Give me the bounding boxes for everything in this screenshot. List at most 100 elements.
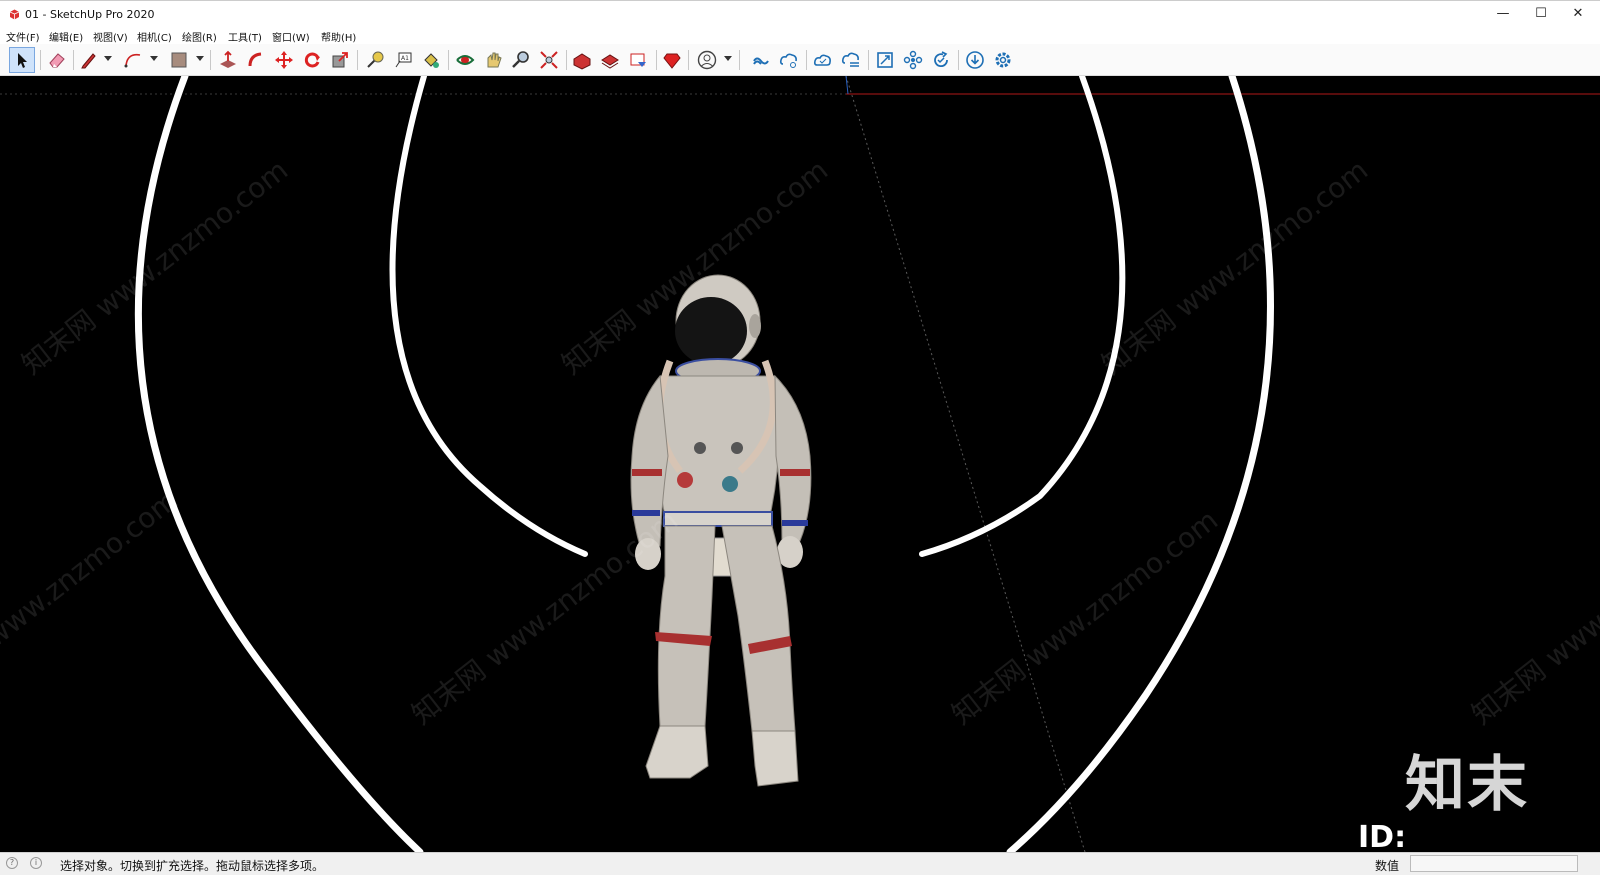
layout-button[interactable] (625, 47, 651, 73)
pan-icon (487, 52, 502, 68)
cloud-link-icon (753, 57, 769, 65)
toolbar-separator (868, 50, 869, 70)
paint-bucket-tool-button[interactable] (418, 47, 444, 73)
orbit-icon (456, 55, 475, 65)
menu-camera[interactable]: 相机(C) (137, 29, 172, 44)
toolbar-separator (958, 50, 959, 70)
warehouse-icon (573, 53, 591, 70)
menu-view[interactable]: 视图(V) (93, 29, 128, 44)
menu-tools[interactable]: 工具(T) (228, 29, 262, 44)
extension-warehouse-icon (601, 54, 619, 69)
move-tool-button[interactable] (271, 47, 297, 73)
model-viewport[interactable]: 知末网 www.znzmo.com 知末网 www.znzmo.com 知末网 … (0, 76, 1600, 852)
toolbar-separator (357, 50, 358, 70)
settings-icon (995, 52, 1011, 68)
tape-measure-tool-button[interactable] (362, 47, 388, 73)
shape-dropdown-arrow[interactable] (196, 56, 204, 61)
download-button[interactable] (962, 47, 988, 73)
measurements-label: 数值 (1375, 859, 1400, 873)
account-icon (697, 50, 717, 70)
ruby-icon (663, 53, 681, 69)
menu-window[interactable]: 窗口(W) (272, 29, 310, 44)
download-icon (966, 51, 984, 69)
select-icon (18, 53, 27, 68)
toolbar-separator (688, 50, 689, 70)
ruby-console-button[interactable] (659, 47, 685, 73)
geo-location-icon[interactable]: ? (6, 857, 18, 869)
follow-me-tool-button[interactable] (243, 47, 269, 73)
paint-bucket-icon (424, 53, 439, 68)
pencil-icon (81, 53, 96, 69)
close-button[interactable]: ✕ (1555, 1, 1600, 29)
cloud-link-button[interactable] (748, 47, 774, 73)
eraser-tool-button[interactable] (44, 47, 70, 73)
status-hint: 选择对象。切换到扩充选择。拖动鼠标选择多项。 (60, 859, 325, 873)
toolbar-separator (210, 50, 211, 70)
inner-ring-right (919, 76, 1126, 557)
rotate-tool-button[interactable] (299, 47, 325, 73)
zoom-extents-icon (540, 51, 558, 69)
toolbar-separator (73, 50, 74, 70)
components-button[interactable] (900, 47, 926, 73)
shape-icon (171, 52, 187, 68)
arc-icon (124, 53, 141, 68)
menu-help[interactable]: 帮助(H) (321, 29, 356, 44)
rotate-icon (304, 52, 320, 68)
text-icon: A1 (395, 52, 412, 68)
green-axis-line (845, 76, 1086, 852)
measurements-input[interactable] (1410, 855, 1578, 872)
tape-measure-icon (367, 51, 384, 68)
push-pull-icon (220, 50, 236, 68)
toolbar-separator (40, 50, 41, 70)
cloud-share-icon (779, 53, 797, 68)
orbit-tool-button[interactable] (452, 47, 478, 73)
zoom-icon (512, 51, 529, 68)
svg-text:A1: A1 (401, 55, 409, 62)
settings-button[interactable] (990, 47, 1016, 73)
arc-dropdown-arrow[interactable] (150, 56, 158, 61)
follow-me-icon (248, 52, 262, 67)
toolbar-separator (448, 50, 449, 70)
watermark-logo: 知末 (1405, 750, 1529, 820)
menu-draw[interactable]: 绘图(R) (182, 29, 217, 44)
menu-edit[interactable]: 编辑(E) (49, 29, 83, 44)
components-icon (903, 50, 923, 70)
cloud-list-icon (841, 52, 859, 67)
info-icon[interactable]: i (30, 857, 42, 869)
select-tool-button[interactable] (9, 47, 35, 73)
cloud-sync-button[interactable] (810, 47, 836, 73)
account-button[interactable] (694, 47, 720, 73)
inner-ring-left (389, 76, 588, 557)
text-tool-button[interactable]: A1 (390, 47, 416, 73)
eraser-icon (49, 53, 65, 68)
push-pull-tool-button[interactable] (215, 47, 241, 73)
refresh-button[interactable] (928, 47, 954, 73)
main-toolbar: A1 (0, 44, 1600, 76)
refresh-icon (934, 51, 948, 68)
arc-tool-button[interactable] (120, 47, 146, 73)
cloud-sync-icon (813, 54, 831, 66)
3d-warehouse-button[interactable] (569, 47, 595, 73)
pencil-tool-button[interactable] (76, 47, 102, 73)
sketchfab-icon (877, 52, 893, 68)
menu-bar: 文件(F) 编辑(E) 视图(V) 相机(C) 绘图(R) 工具(T) 窗口(W… (0, 28, 1600, 44)
sketchfab-button[interactable] (872, 47, 898, 73)
toolbar-separator (566, 50, 567, 70)
zoom-tool-button[interactable] (508, 47, 534, 73)
toolbar-separator (656, 50, 657, 70)
account-dropdown-arrow[interactable] (724, 56, 732, 61)
toolbar-separator (739, 50, 740, 70)
extension-warehouse-button[interactable] (597, 47, 623, 73)
cloud-list-button[interactable] (838, 47, 864, 73)
menu-file[interactable]: 文件(F) (6, 29, 40, 44)
scale-tool-button[interactable] (327, 47, 353, 73)
shape-tool-button[interactable] (166, 47, 192, 73)
pencil-dropdown-arrow[interactable] (104, 56, 112, 61)
zoom-extents-tool-button[interactable] (536, 47, 562, 73)
cloud-share-button[interactable] (776, 47, 802, 73)
sketchup-app-icon (9, 9, 20, 20)
scale-icon (332, 52, 348, 68)
pan-tool-button[interactable] (480, 47, 506, 73)
blue-axis-line (845, 76, 849, 95)
toolbar-separator (806, 50, 807, 70)
